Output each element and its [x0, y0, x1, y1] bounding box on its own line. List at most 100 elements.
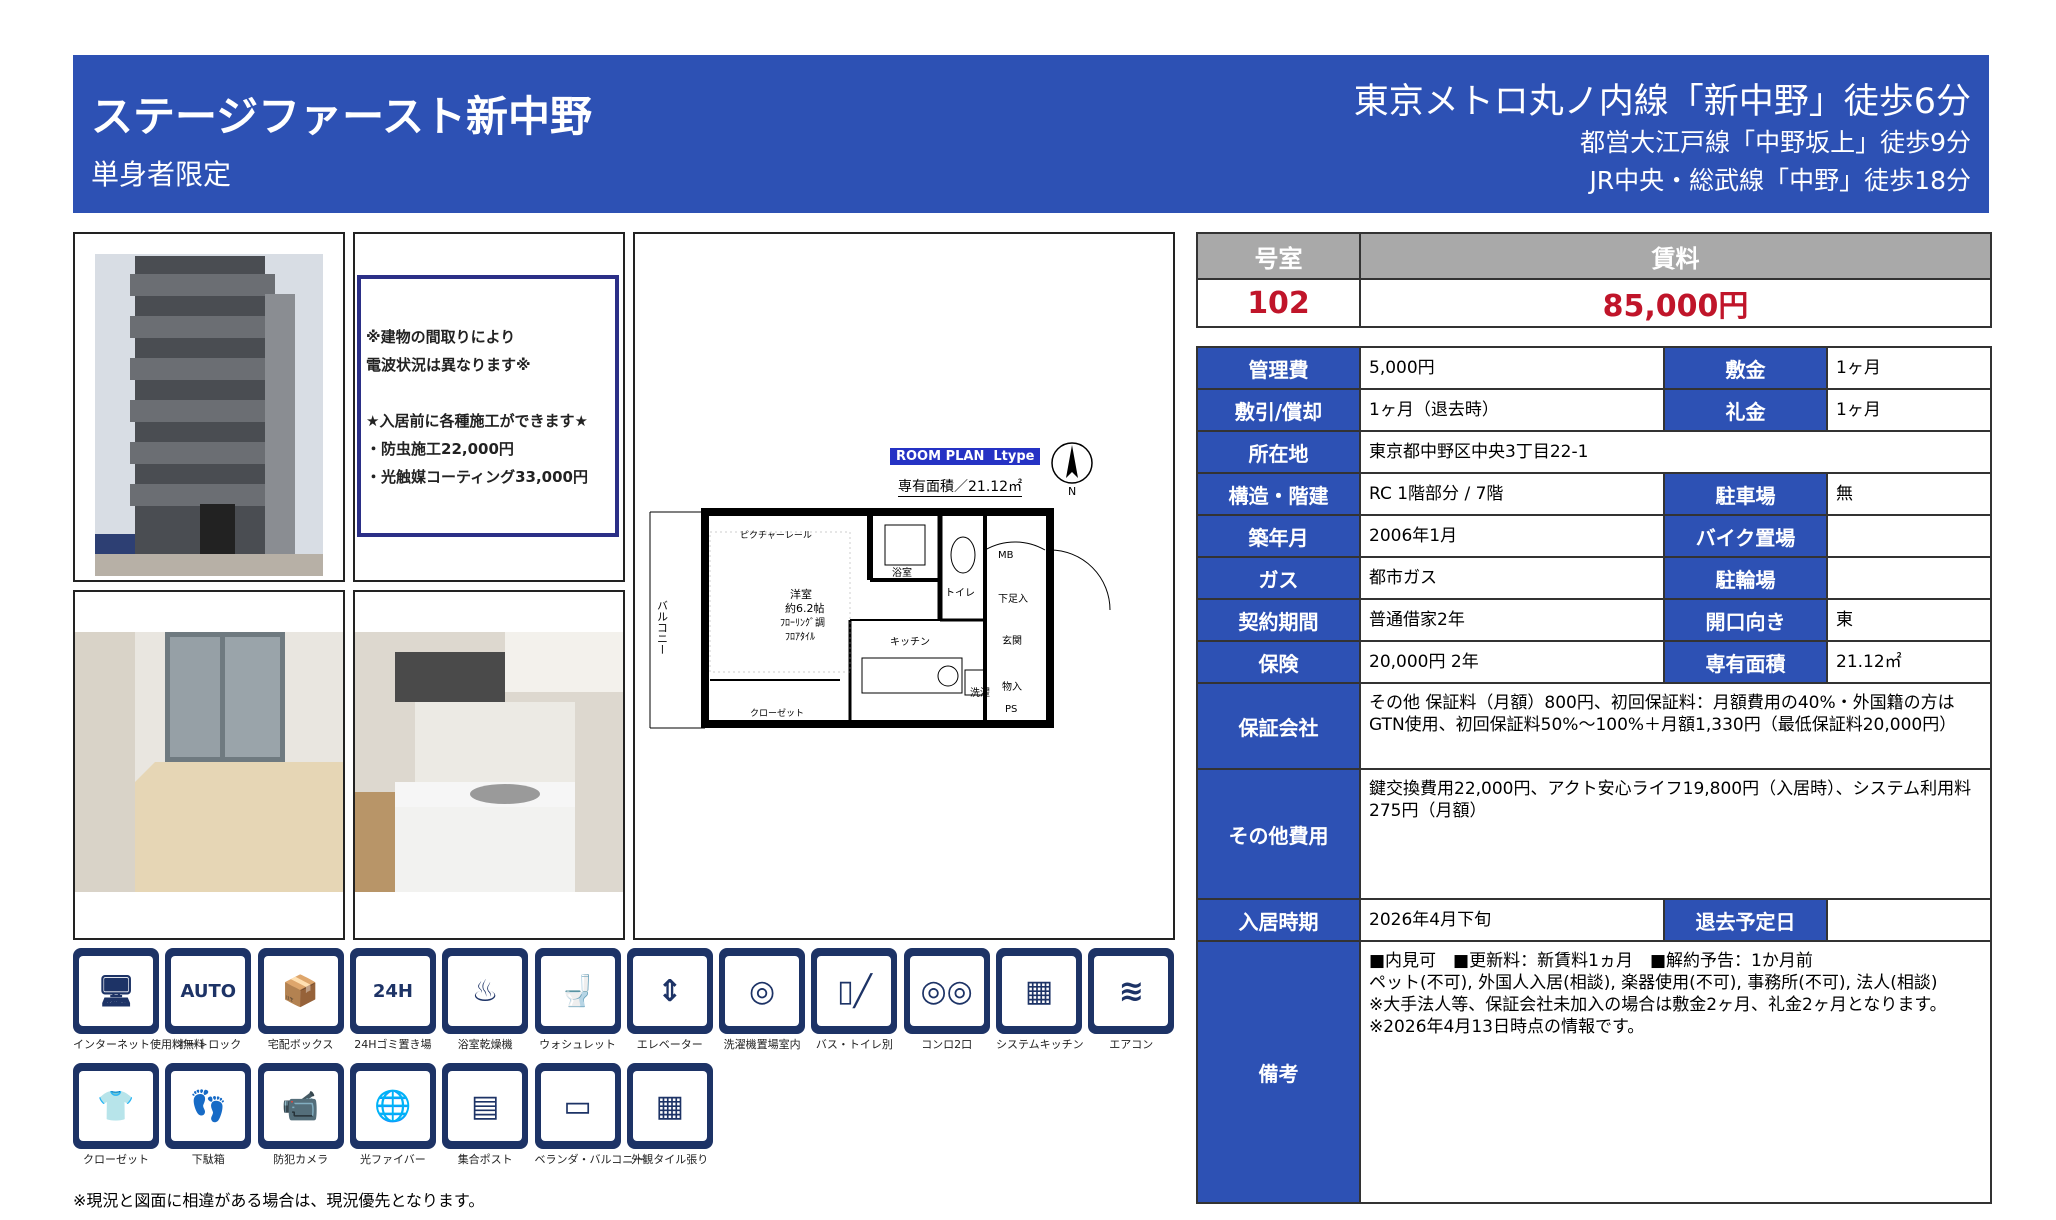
icon-glyph: 🖥: [79, 956, 153, 1026]
icon-glyph: 🚽: [540, 956, 615, 1026]
air-conditioner-icon: ≋: [1088, 948, 1175, 1034]
value-other-fees: 鍵交換費用22,000円、アクト安心ライフ19,800円（入居時）、システム利用…: [1359, 768, 1992, 900]
value-remarks: ■内見可 ■更新料：新賃料1ヵ月 ■解約予告：1か月前 ペット(不可), 外国人…: [1359, 940, 1992, 1204]
label-shikikin: 敷金: [1663, 346, 1828, 390]
amenity-label: 下駄箱: [191, 1153, 225, 1166]
label-built: 築年月: [1196, 514, 1361, 558]
icon-glyph: 🌐: [355, 1071, 430, 1141]
fp-label-floor2: ﾌﾛｱﾀｲﾙ: [785, 631, 815, 643]
amenity-item: ▦ 外観タイル張り: [626, 1063, 713, 1166]
mailbox-icon: ▤: [442, 1063, 529, 1149]
value-parking: 無: [1826, 472, 1992, 516]
access-line-3: JR中央・総武線「中野」徒歩18分: [1589, 166, 1971, 195]
icon-glyph: ▦: [1002, 956, 1076, 1026]
amenity-label: クローゼット: [83, 1153, 149, 1166]
amenity-item: 📦 宅配ボックス: [257, 948, 344, 1051]
amenity-item: 24H 24Hゴミ置き場: [349, 948, 436, 1051]
bath-toilet-separate-icon: ▯╱: [811, 948, 898, 1034]
label-area: 専有面積: [1663, 640, 1828, 684]
label-other-fees: その他費用: [1196, 768, 1361, 900]
floorplan: ROOM PLAN Ltype 専有面積／21.12㎡ N ピクチャーレール 洋…: [640, 440, 1170, 740]
icon-glyph: ≋: [1094, 956, 1169, 1026]
amenity-item: ◎ 洗濯機置場室内: [719, 948, 806, 1051]
value-direction: 東: [1826, 598, 1992, 642]
building-photo: [73, 232, 345, 582]
access-line-1: 東京メトロ丸ノ内線「新中野」徒歩6分: [1353, 82, 1971, 122]
amenity-item: 🌐 光ファイバー: [349, 1063, 436, 1166]
floorplan-drawing: N ピクチャーレール 洋室 約6.2帖 ﾌﾛｰﾘﾝｸﾞ調 ﾌﾛｱﾀｲﾙ 浴室 ト…: [649, 442, 1111, 729]
amenity-label: 防犯カメラ: [273, 1153, 329, 1166]
value-gas: 都市ガス: [1359, 556, 1665, 600]
label-address: 所在地: [1196, 430, 1361, 474]
label-gas: ガス: [1196, 556, 1361, 600]
icon-glyph: ⇕: [632, 956, 707, 1026]
label-remarks: 備考: [1196, 940, 1361, 1204]
room-header: 号室: [1196, 232, 1361, 280]
icon-glyph: 👣: [171, 1071, 246, 1141]
fp-label-kitchen: キッチン: [890, 636, 930, 648]
label-moveout: 退去予定日: [1663, 898, 1828, 942]
closet-icon: 👕: [73, 1063, 159, 1149]
amenity-item: ♨ 浴室乾燥機: [442, 948, 529, 1051]
value-kanrihi: 5,000円: [1359, 346, 1665, 390]
fp-label-toilet: トイレ: [945, 588, 975, 599]
elevator-icon: ⇕: [626, 948, 713, 1034]
label-movein: 入居時期: [1196, 898, 1361, 942]
label-guarantor: 保証会社: [1196, 682, 1361, 770]
value-area: 21.12㎡: [1826, 640, 1992, 684]
access-line-2: 都営大江戸線「中野坂上」徒歩9分: [1580, 128, 1971, 157]
label-parking: 駐車場: [1663, 472, 1828, 516]
value-insurance: 20,000円 2年: [1359, 640, 1665, 684]
notice-line: ・光触媒コーティング33,000円: [366, 468, 588, 486]
fp-label-storage: 物入: [1002, 680, 1022, 693]
amenity-label: エアコン: [1109, 1038, 1154, 1051]
tile-exterior-icon: ▦: [626, 1063, 713, 1149]
amenity-label: インターネット使用料無料: [73, 1038, 205, 1051]
fp-label-floor1: ﾌﾛｰﾘﾝｸﾞ調: [780, 616, 825, 629]
security-camera-icon: 📹: [257, 1063, 344, 1149]
property-title: ステージファースト新中野: [91, 92, 593, 141]
delivery-box-icon: 📦: [257, 948, 344, 1034]
bath-dryer-icon: ♨: [442, 948, 529, 1034]
amenity-label: 宅配ボックス: [267, 1038, 334, 1051]
icon-glyph: ♨: [448, 956, 523, 1026]
label-shikibiki: 敷引/償却: [1196, 388, 1361, 432]
value-built: 2006年1月: [1359, 514, 1665, 558]
remarks-line: ※2026年4月13日時点の情報です。: [1369, 1017, 1645, 1037]
value-shikibiki: 1ヶ月（退去時）: [1359, 388, 1665, 432]
icon-glyph: ◎◎: [909, 956, 984, 1026]
fp-label-closet: クローゼット: [750, 707, 804, 719]
fp-label-picture-rail: ピクチャーレール: [740, 530, 812, 541]
kitchen-photo: [353, 590, 625, 940]
amenity-item: 👕 クローゼット: [73, 1063, 159, 1166]
amenity-label: システムキッチン: [996, 1038, 1084, 1051]
value-reikin: 1ヶ月: [1826, 388, 1992, 432]
garbage-24h-icon: 24H: [349, 948, 436, 1034]
amenity-label: 24Hゴミ置き場: [354, 1038, 432, 1051]
amenity-item: ≋ エアコン: [1088, 948, 1175, 1051]
internet-icon: 🖥: [73, 948, 159, 1034]
remarks-line: ■内見可 ■更新料：新賃料1ヵ月 ■解約予告：1か月前: [1369, 951, 1813, 971]
amenity-item: ▦ システムキッチン: [996, 948, 1084, 1051]
label-insurance: 保険: [1196, 640, 1361, 684]
amenity-label: ベランダ・バルコニー: [534, 1153, 645, 1166]
washlet-icon: 🚽: [534, 948, 621, 1034]
system-kitchen-icon: ▦: [996, 948, 1082, 1034]
remarks-line: ※大手法人等、保証会社未加入の場合は敷金2ヶ月、礼金2ヶ月となります。: [1369, 995, 1947, 1015]
icon-glyph: ◎: [725, 956, 800, 1026]
fp-label-washer: 洗濯: [970, 687, 990, 699]
amenity-label: 外観タイル張り: [631, 1153, 709, 1166]
footnote: ※現況と図面に相違がある場合は、現況優先となります。: [73, 1191, 485, 1210]
notice-line: 電波状況は異なります※: [366, 356, 531, 374]
room-photo: [73, 590, 345, 940]
icon-glyph: ▦: [632, 1071, 707, 1141]
shoe-box-icon: 👣: [165, 1063, 252, 1149]
fp-label-bath: 浴室: [892, 566, 912, 579]
stove-icon: ◎◎: [903, 948, 990, 1034]
price-table: 号室 賃料 102 85,000円: [1196, 232, 1992, 328]
amenity-label: バス・トイレ別: [815, 1038, 893, 1051]
north-label: N: [1068, 485, 1076, 498]
balcony-icon: ▭: [534, 1063, 621, 1149]
fp-label-entrance: 玄関: [1002, 634, 1022, 647]
amenity-label: エレベーター: [636, 1038, 703, 1051]
